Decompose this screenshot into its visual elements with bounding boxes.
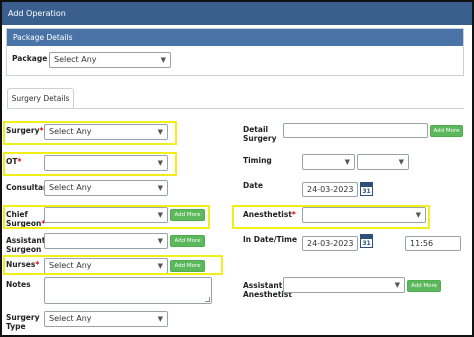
package-select[interactable]: Select Any ▼	[49, 52, 171, 68]
resize-grip-icon[interactable]	[205, 297, 210, 302]
chevron-down-icon: ▼	[398, 158, 404, 166]
chevron-down-icon: ▼	[157, 315, 163, 323]
assistant-surgeon-select[interactable]: ▼	[44, 233, 168, 249]
chevron-down-icon: ▼	[157, 184, 163, 192]
highlight-box-ot	[3, 152, 177, 176]
consultant-select-value: Select Any	[49, 183, 92, 192]
timing-hours-select[interactable]: ▼	[302, 154, 355, 170]
package-details-header: Package Details	[7, 29, 463, 46]
highlight-box-chief-surgeon	[3, 205, 210, 229]
notes-textarea[interactable]	[44, 277, 212, 304]
in-datetime-label: In Date/Time	[243, 235, 298, 244]
chevron-down-icon: ▼	[157, 237, 163, 245]
chevron-down-icon: ▼	[344, 158, 350, 166]
highlight-box-surgery	[3, 121, 177, 145]
window-title: Add Operation	[2, 2, 472, 25]
tab-divider	[7, 108, 464, 109]
surgery-type-select-value: Select Any	[49, 314, 92, 323]
package-label: Package	[12, 54, 48, 63]
assistant-surgeon-label: Assistant Surgeon	[6, 236, 46, 254]
detail-surgery-input[interactable]	[283, 123, 428, 138]
highlight-box-nurses	[3, 255, 223, 275]
calendar-icon[interactable]: 31	[360, 234, 373, 248]
date-label: Date	[243, 181, 263, 190]
in-time-input[interactable]: 11:56	[405, 236, 461, 251]
detail-surgery-label: Detail Surgery	[243, 125, 277, 143]
assistant-anesthetist-add-more-button[interactable]: Add More	[407, 280, 441, 292]
surgery-type-select[interactable]: Select Any ▼	[44, 311, 168, 327]
timing-label: Timing	[243, 156, 272, 165]
notes-label: Notes	[6, 280, 31, 289]
detail-surgery-add-more-button[interactable]: Add More	[430, 125, 463, 137]
surgery-type-label: Surgery Type	[6, 313, 40, 331]
calendar-icon[interactable]: 31	[360, 182, 373, 196]
assistant-surgeon-add-more-button[interactable]: Add More	[170, 235, 205, 247]
tab-surgery-details[interactable]: Surgery Details	[7, 88, 74, 109]
highlight-box-anesthetist	[232, 205, 430, 229]
assistant-anesthetist-select[interactable]: ▼	[283, 277, 405, 293]
in-date-input[interactable]: 24-03-2023	[302, 236, 358, 251]
timing-minutes-select[interactable]: ▼	[357, 154, 409, 170]
chevron-down-icon: ▼	[394, 281, 400, 289]
chevron-down-icon: ▼	[160, 56, 166, 64]
date-input[interactable]: 24-03-2023	[302, 182, 358, 197]
consultant-select[interactable]: Select Any ▼	[44, 180, 168, 196]
package-select-value: Select Any	[54, 55, 97, 64]
